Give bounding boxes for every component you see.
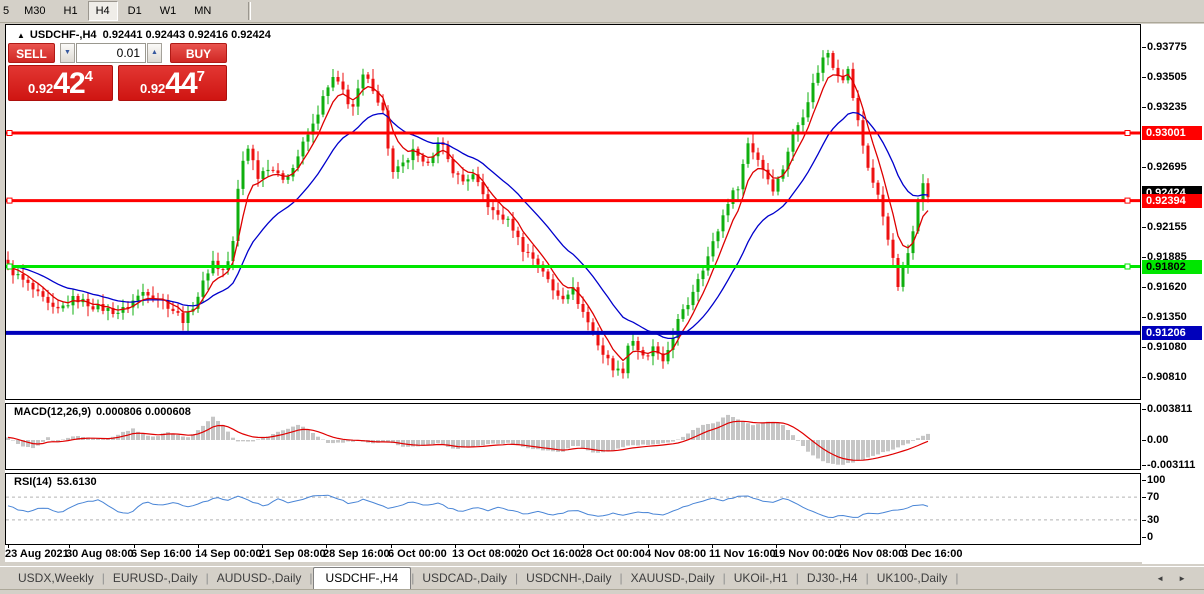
timeframe-button-d1[interactable]: D1 xyxy=(120,1,150,21)
price-tick: 0.90810 xyxy=(1142,371,1187,383)
bottom-strip xyxy=(0,589,1204,594)
hline-price-label: 0.91802 xyxy=(1142,260,1202,274)
buy-price-prefix: 0.92 xyxy=(139,81,166,96)
arrow-up-icon: ▲ xyxy=(151,49,158,56)
hline-price-label: 0.93001 xyxy=(1142,126,1202,140)
tab-usdcnh-daily[interactable]: USDCNH-,Daily xyxy=(518,567,619,588)
date-label: 4 Nov 08:00 xyxy=(645,548,707,560)
arrow-down-icon: ▼ xyxy=(64,49,71,56)
sell-price-panel[interactable]: 0.92 42 4 xyxy=(8,65,113,101)
chart-ohlc-quotes: 0.92441 0.92443 0.92416 0.92424 xyxy=(102,29,271,41)
timeframe-button-m30[interactable]: M30 xyxy=(16,1,53,21)
price-tick: 0.93235 xyxy=(1142,101,1187,113)
volume-increase-button[interactable]: ▲ xyxy=(147,43,162,63)
buy-button[interactable]: BUY xyxy=(170,43,227,63)
tab-audusd-daily[interactable]: AUDUSD-,Daily xyxy=(209,567,310,588)
timeframe-toolbar: 5 M30 H1 H4 D1 W1 MN xyxy=(0,0,1204,23)
price-tick: 0.92155 xyxy=(1142,221,1187,233)
price-tick: 0.91350 xyxy=(1142,311,1187,323)
tab-xauusd-daily[interactable]: XAUUSD-,Daily xyxy=(623,567,723,588)
tab-eurusd-daily[interactable]: EURUSD-,Daily xyxy=(105,567,206,588)
mt4-window: 5 M30 H1 H4 D1 W1 MN ▲ USDCHF-,H4 0.92441 0.924… xyxy=(0,0,1204,594)
rsi-value: 53.6130 xyxy=(56,476,97,488)
date-label: 6 Oct 00:00 xyxy=(388,548,447,560)
one-click-trading-panel: SELL ▼ ▲ BUY 0.92424 0.92447 xyxy=(8,43,227,101)
tab-ukoil-h1[interactable]: UKOil-,H1 xyxy=(726,567,796,588)
date-label: 11 Nov 16:00 xyxy=(709,548,776,560)
date-label: 23 Aug 2021 xyxy=(5,548,69,560)
tab-dj30-h4[interactable]: DJ30-,H4 xyxy=(799,567,866,588)
date-label: 13 Oct 08:00 xyxy=(452,548,517,560)
price-tick: 0.91080 xyxy=(1142,341,1187,353)
timeframe-button-h1[interactable]: H1 xyxy=(56,1,86,21)
tab-scroll-left-icon[interactable]: ◄ xyxy=(1156,574,1164,583)
buy-price-pip: 7 xyxy=(196,68,206,85)
chart-title: ▲ USDCHF-,H4 0.92441 0.92443 0.92416 0.92… xyxy=(17,29,271,41)
date-label: 6 Sep 16:00 xyxy=(131,548,192,560)
price-tick: 0.91620 xyxy=(1142,281,1187,293)
date-label: 19 Nov 00:00 xyxy=(773,548,841,560)
macd-scale-tick: 0.003811 xyxy=(1141,403,1193,415)
price-tick: 0.93505 xyxy=(1142,71,1187,83)
date-label: 3 Dec 16:00 xyxy=(902,548,963,560)
date-label: 26 Nov 08:00 xyxy=(837,548,905,560)
tab-separator: | xyxy=(955,571,959,585)
chart-symbol: USDCHF-,H4 xyxy=(29,29,97,41)
buy-price-panel[interactable]: 0.92 44 7 xyxy=(118,65,227,101)
chart-window: ▲ USDCHF-,H4 0.92441 0.92443 0.92416 0.92… xyxy=(5,24,1204,564)
price-tick: 0.93775 xyxy=(1142,41,1187,53)
buy-price-main: 44 xyxy=(165,67,197,100)
date-label: 20 Oct 16:00 xyxy=(516,548,581,560)
rsi-scale-tick: 70 xyxy=(1141,491,1160,503)
hline-price-label: 0.91206 xyxy=(1142,326,1202,340)
timeframe-button-5[interactable]: 5 xyxy=(1,1,14,21)
date-label: 21 Sep 08:00 xyxy=(259,548,326,560)
sell-price-prefix: 0.92 xyxy=(27,81,54,96)
timeframe-button-w1[interactable]: W1 xyxy=(152,1,185,21)
rsi-indicator-panel[interactable] xyxy=(5,473,1141,545)
tab-usdchf-h4[interactable]: USDCHF-,H4 xyxy=(312,567,412,589)
sell-button[interactable]: SELL xyxy=(8,43,55,63)
tab-uk100-daily[interactable]: UK100-,Daily xyxy=(869,567,956,588)
macd-scale-tick: 0.00 xyxy=(1141,434,1169,446)
rsi-scale-tick: 100 xyxy=(1141,474,1166,486)
rsi-scale-tick: 0 xyxy=(1141,531,1154,543)
tab-scroll-right-icon[interactable]: ► xyxy=(1178,574,1186,583)
macd-label: MACD(12,26,9) 0.000806 0.000608 xyxy=(14,406,191,418)
date-label: 14 Sep 00:00 xyxy=(195,548,262,560)
collapse-icon[interactable]: ▲ xyxy=(17,31,25,40)
rsi-scale-tick: 30 xyxy=(1141,514,1160,526)
symbol-tab-bar: USDX,Weekly | EURUSD-,Daily | AUDUSD-,Daily |… xyxy=(0,566,1204,589)
date-label: 28 Sep 16:00 xyxy=(323,548,390,560)
volume-decrease-button[interactable]: ▼ xyxy=(60,43,75,63)
date-label: 30 Aug 08:00 xyxy=(66,548,134,560)
macd-values: 0.000806 0.000608 xyxy=(96,406,191,418)
hline-price-label: 0.92394 xyxy=(1142,194,1202,208)
tab-usdx-weekly[interactable]: USDX,Weekly xyxy=(10,567,102,588)
sell-price-main: 42 xyxy=(53,67,85,100)
rsi-label: RSI(14) 53.6130 xyxy=(14,476,97,488)
volume-input[interactable] xyxy=(76,43,146,63)
macd-scale-tick: -0.003111 xyxy=(1141,459,1196,471)
price-tick: 0.92695 xyxy=(1142,161,1187,173)
tab-usdcad-daily[interactable]: USDCAD-,Daily xyxy=(414,567,515,588)
timeframe-button-mn[interactable]: MN xyxy=(186,1,219,21)
date-label: 28 Oct 00:00 xyxy=(580,548,645,560)
price-axis[interactable]: 0.937750.935050.932350.929650.926950.924… xyxy=(1141,24,1204,564)
time-axis[interactable]: 23 Aug 2021 30 Aug 08:00 6 Sep 16:00 14 Sep… xyxy=(5,545,1141,562)
sell-price-pip: 4 xyxy=(84,68,94,85)
toolbar-separator xyxy=(248,2,252,20)
timeframe-button-h4[interactable]: H4 xyxy=(87,1,118,21)
